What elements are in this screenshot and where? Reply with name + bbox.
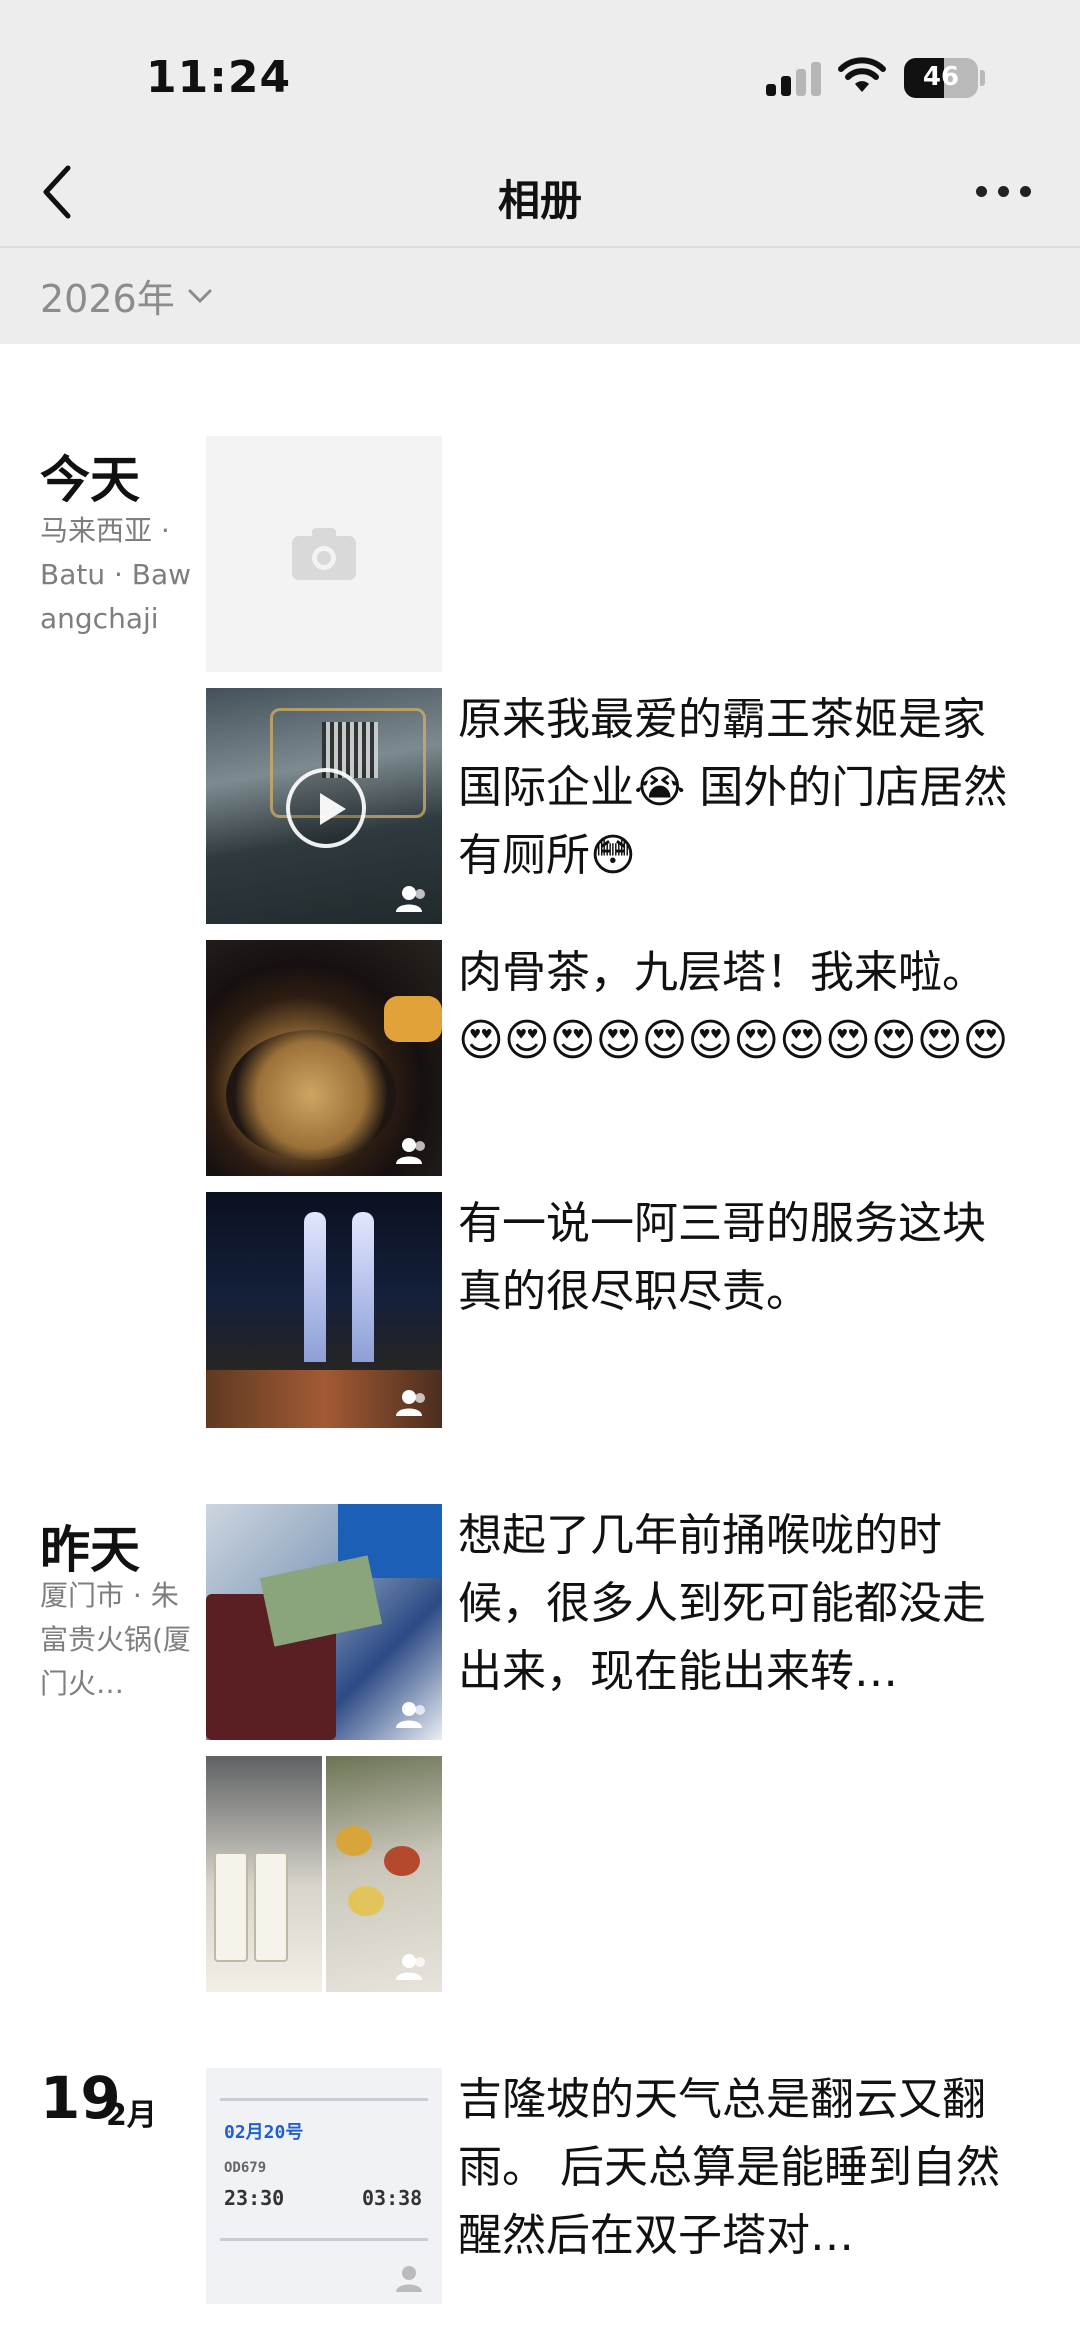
post-caption[interactable]: 有一说一阿三哥的服务这块 真的很尽职尽责。 [458,1190,1018,1326]
location-label-yesterday: 厦门市 · 朱富贵火锅(厦门火… [40,1579,191,1700]
post-thumbnail-night-city[interactable] [206,1192,442,1428]
drink-cup [214,1852,248,1962]
post-thumbnail-ticket[interactable]: 02月20号 OD679 23:30 03:38 [206,2068,442,2304]
ticket-arrive-time: 03:38 [362,2186,423,2210]
wifi-icon [838,57,886,92]
tower-left [304,1212,326,1362]
ticket-line [220,2098,428,2101]
dish [384,1846,420,1876]
add-photo-tile[interactable] [206,436,442,672]
ticket-line [220,2238,428,2241]
post-caption[interactable]: 想起了几年前捅喉咙的时候，很多人到死可能都没走出来，现在能出来转… [458,1502,1018,1706]
play-icon [286,768,366,848]
post-thumbnail-passport[interactable] [206,1504,442,1740]
tower-right [352,1212,374,1362]
dish [348,1886,384,1916]
banknotes [259,1555,383,1647]
ticket-flight: OD679 [224,2160,267,2176]
friends-visibility-icon [396,1954,425,1980]
date-label-yesterday: 昨天 [40,1521,140,1579]
location-label-today: 马来西亚 · Batu · Bawangchaji [40,514,192,635]
year-selector[interactable]: 2026年 [40,268,213,323]
friends-visibility-icon [396,886,425,912]
post-caption[interactable]: 肉骨茶，九层塔！我来啦。😍😍😍😍😍😍😍😍😍😍😍😍 [458,939,1018,1075]
post-thumbnail-food[interactable] [206,940,442,1176]
post-thumbnail-video[interactable] [206,688,442,924]
post-thumbnail-meal[interactable] [326,1756,442,1992]
soup-pot [226,1030,396,1160]
battery-level: 46 [922,62,960,92]
chevron-down-icon [188,289,212,303]
battery-icon: 46 [904,58,978,98]
post-caption[interactable]: 原来我最爱的霸王茶姬是家国际企业😭 国外的门店居然有厕所😳 [458,686,1018,890]
date-label-today: 今天 [40,451,140,509]
more-options-icon[interactable] [976,182,1032,202]
bread [384,996,442,1042]
ticket-depart-time: 23:30 [224,2186,285,2210]
status-time: 11:24 [146,52,292,103]
drink-cup [254,1852,288,1962]
post-thumbnail-drinks[interactable] [206,1756,322,1992]
dish [336,1826,372,1856]
friends-visibility-icon [396,1390,425,1416]
date-month: 2月 [106,2098,157,2133]
page-title: 相册 [497,176,582,225]
friends-visibility-icon [396,1702,425,1728]
friends-visibility-icon [396,2266,422,2292]
battery-tip [980,70,985,86]
camera-icon [292,528,356,580]
post-caption[interactable]: 吉隆坡的天气总是翻云又翻雨。 后天总算是能睡到自然醒然后在双子塔对… [458,2066,1018,2270]
friends-visibility-icon [396,1138,425,1164]
ticket-date: 02月20号 [224,2122,304,2143]
cellular-signal-icon [766,62,822,96]
year-label: 2026年 [40,277,175,321]
